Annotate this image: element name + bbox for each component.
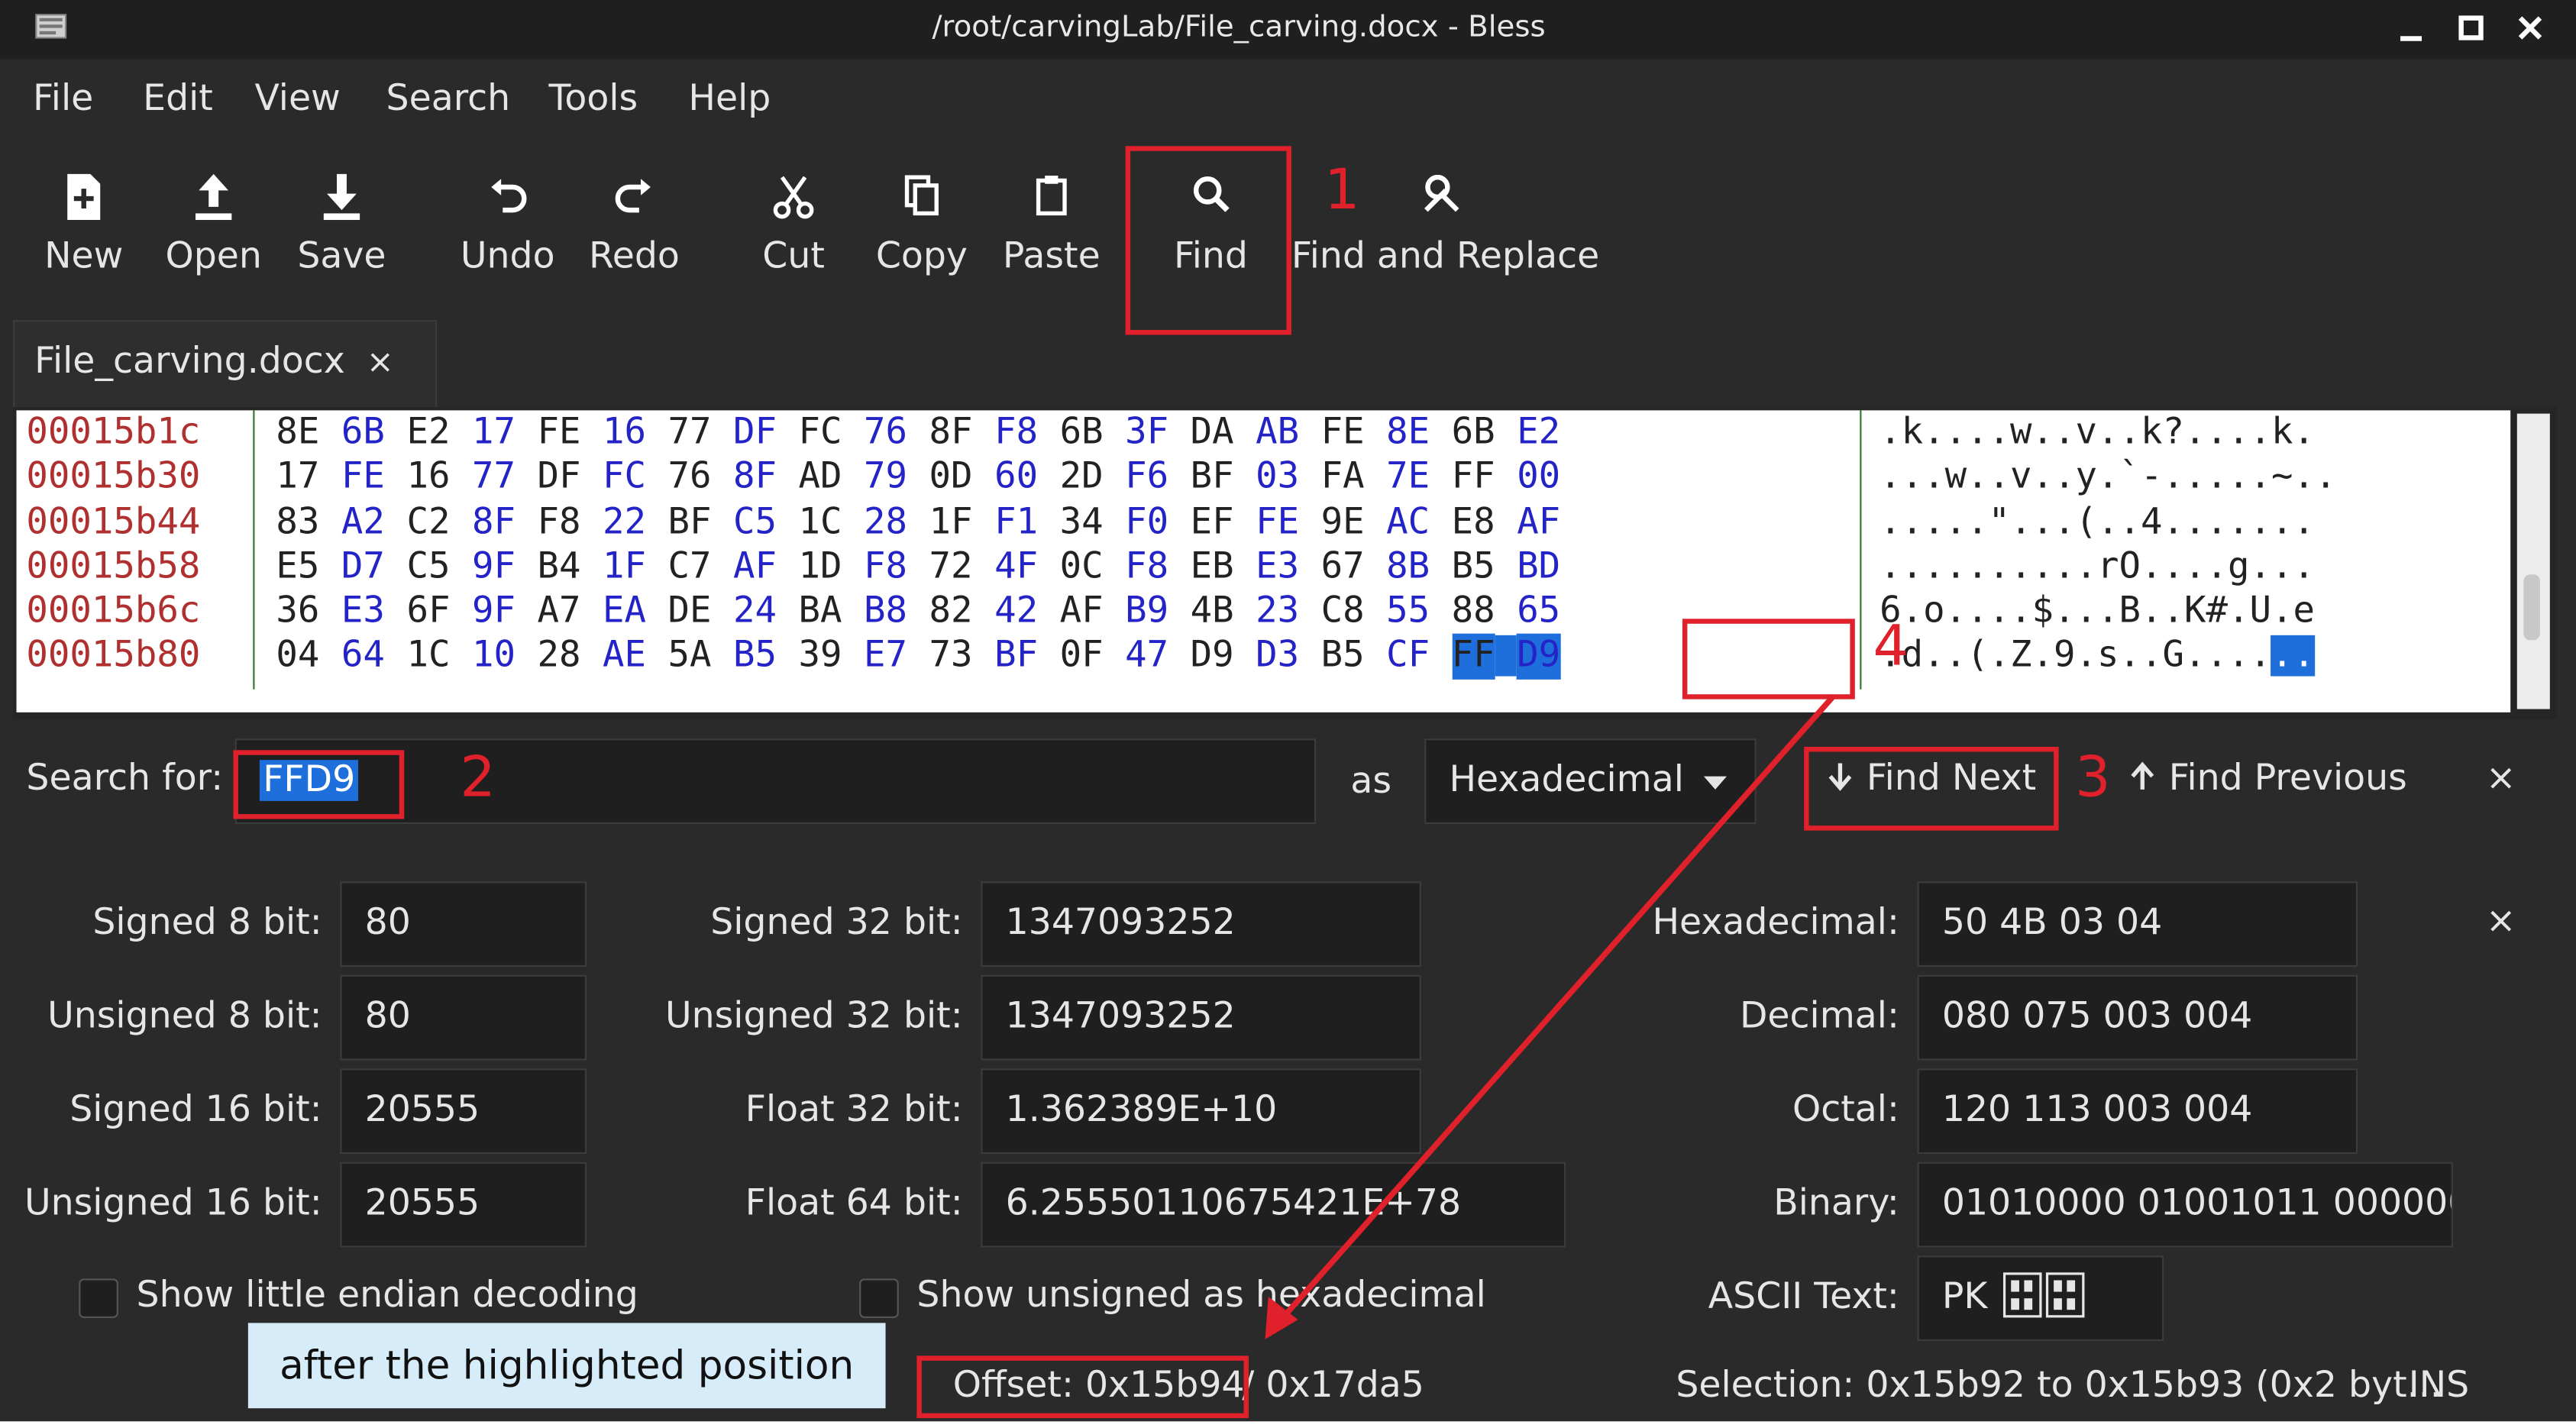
screenshot: /root/carvingLab/File_carving.docx - Ble… xyxy=(0,0,2576,1428)
bless-window: /root/carvingLab/File_carving.docx - Ble… xyxy=(0,0,2576,1422)
annotation-arrow xyxy=(1265,693,1836,1339)
bottom-margin xyxy=(0,1421,2576,1428)
